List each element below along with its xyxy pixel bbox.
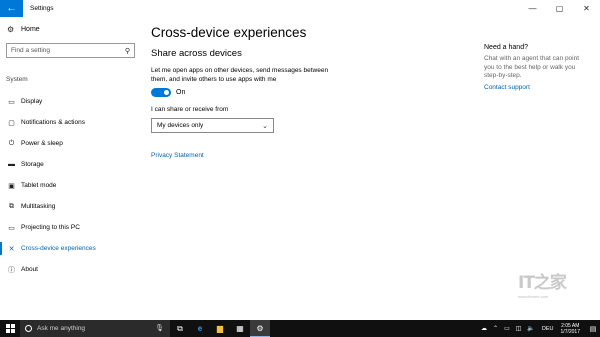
sidebar: ⚙ Home ⚲ System ▭ Display ▢ Notifications &… [0,17,140,320]
task-view-button[interactable]: ⧉ [170,320,190,337]
clock[interactable]: 2:05 AM 1/7/2017 [561,323,580,335]
minimize-button[interactable]: — [519,0,546,17]
network-icon[interactable]: ◫ [516,325,522,332]
maximize-icon: ▢ [555,4,564,13]
sidebar-item-projecting-to-this-pc[interactable]: ▭ Projecting to this PC [0,217,140,238]
maximize-button[interactable]: ▢ [546,0,573,17]
volume-icon[interactable]: 🔈 [527,325,534,332]
folder-icon: ▆ [216,324,224,333]
display-icon: ▭ [8,98,15,106]
cortana-placeholder: Ask me anything [37,325,86,332]
section-title: Share across devices [151,48,242,59]
watermark-url: www.ithome.com [518,294,549,299]
storage-icon: ▬ [8,161,15,168]
share-from-dropdown[interactable]: My devices only ⌄ [151,118,274,133]
title-bar: ← Settings — ▢ ✕ [0,0,600,17]
sidebar-item-label: Storage [21,161,44,168]
windows-logo-icon [5,324,15,333]
privacy-statement-link[interactable]: Privacy Statement [151,152,204,159]
sidebar-item-multitasking[interactable]: ⧉ Multitasking [0,196,140,217]
page-title: Cross-device experiences [151,25,307,40]
gear-icon: ⚙ [256,323,264,333]
chevron-up-icon[interactable]: ⌃ [493,325,498,332]
help-text: Chat with an agent that can point you to… [484,55,580,79]
share-from-value: My devices only [157,122,204,129]
settings-taskbar-button[interactable]: ⚙ [250,320,270,337]
tablet-mode-icon: ▣ [8,182,15,190]
cross-device-experiences-icon: ✕ [8,245,15,253]
close-icon: ✕ [583,4,590,13]
sidebar-item-label: Display [21,98,43,105]
about-icon: ⓘ [8,266,15,274]
sidebar-item-home[interactable]: ⚙ Home [7,25,40,34]
power-sleep-icon: ⏻ [8,139,15,147]
minimize-icon: — [528,4,537,13]
notification-icon: ▤ [589,325,597,333]
sidebar-item-label: Cross-device experiences [21,245,96,252]
task-view-icon: ⧉ [177,323,183,333]
sidebar-item-label: Projecting to this PC [21,224,80,231]
toggle-state-label: On [176,89,186,96]
cloud-icon[interactable]: ☁ [481,325,487,332]
window-title: Settings [30,5,54,12]
taskbar: Ask me anything 🎙 ⧉ e ▆ ▦ ⚙ ☁ ⌃ ▭ ◫ 🔈 DE… [0,320,600,337]
contact-support-link[interactable]: Contact support [484,84,589,91]
watermark-logo-text: IT之家 [518,273,567,293]
file-explorer-button[interactable]: ▆ [210,320,230,337]
search-icon[interactable]: ⚲ [125,47,130,55]
toggle-knob [164,90,169,95]
help-title: Need a hand? [484,44,528,51]
store-icon: ▦ [236,324,244,333]
share-toggle[interactable] [151,88,171,97]
help-panel: Need a hand? Chat with an agent that can… [484,44,589,91]
share-description: Let me open apps on other devices, send … [151,67,329,83]
share-from-label: I can share or receive from [151,106,229,113]
cortana-search-box[interactable]: Ask me anything 🎙 [20,320,170,337]
sidebar-item-label: About [21,266,38,273]
sidebar-item-tablet-mode[interactable]: ▣ Tablet mode [0,175,140,196]
gear-icon: ⚙ [7,25,15,34]
settings-search-input[interactable] [11,47,116,54]
start-button[interactable] [0,320,20,337]
sidebar-item-display[interactable]: ▭ Display [0,91,140,112]
sidebar-item-notifications-actions[interactable]: ▢ Notifications & actions [0,112,140,133]
sidebar-list: ▭ Display ▢ Notifications & actions ⏻ Power &… [0,91,140,280]
sidebar-item-label: Multitasking [21,203,56,210]
back-arrow-icon: ← [6,3,17,14]
system-tray: ☁ ⌃ ▭ ◫ 🔈 DEU 2:05 AM 1/7/2017 ▤ [478,320,600,337]
chevron-down-icon: ⌄ [262,122,268,130]
cortana-icon [25,325,32,332]
edge-icon: e [197,324,203,333]
language-indicator[interactable]: DEU [542,326,554,332]
watermark-logo: IT之家 www.ithome.com [518,268,570,308]
action-center-button[interactable]: ▤ [586,320,600,337]
edge-button[interactable]: e [190,320,210,337]
microphone-icon[interactable]: 🎙 [155,324,164,332]
store-button[interactable]: ▦ [230,320,250,337]
settings-search-box: ⚲ [6,43,135,58]
projecting-to-this-pc-icon: ▭ [8,224,15,232]
close-button[interactable]: ✕ [573,0,600,17]
sidebar-item-label: Power & sleep [21,140,63,147]
sidebar-item-power-sleep[interactable]: ⏻ Power & sleep [0,133,140,154]
sidebar-item-label: Notifications & actions [21,119,85,126]
multitasking-icon: ⧉ [9,202,14,210]
clock-time: 2:05 AM [561,322,580,329]
sidebar-item-storage[interactable]: ▬ Storage [0,154,140,175]
battery-icon[interactable]: ▭ [504,325,510,332]
window-controls: — ▢ ✕ [519,0,600,17]
share-toggle-row: On [151,88,185,97]
section-label-system: System [6,76,28,83]
home-label: Home [21,26,40,33]
notifications-actions-icon: ▢ [8,119,15,127]
sidebar-item-label: Tablet mode [21,182,57,189]
back-button[interactable]: ← [0,0,23,17]
sidebar-item-cross-device-experiences[interactable]: ✕ Cross-device experiences [0,238,140,259]
sidebar-item-about[interactable]: ⓘ About [0,259,140,280]
clock-date: 1/7/2017 [560,328,580,335]
